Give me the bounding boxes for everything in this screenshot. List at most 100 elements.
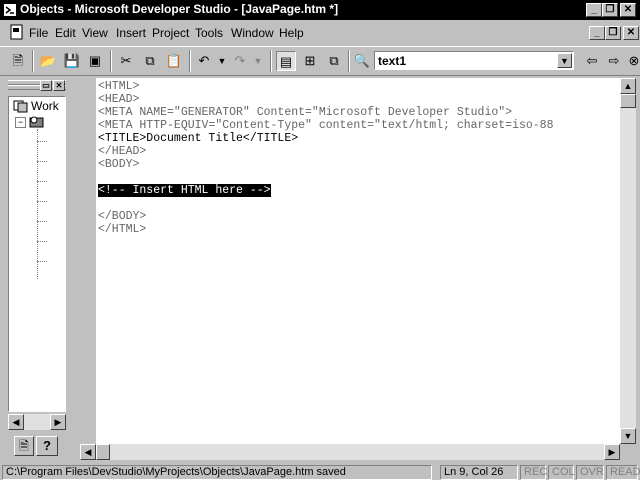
tree-branch (37, 181, 47, 182)
tree-branch (37, 241, 47, 242)
code-text: <HEAD> (98, 93, 140, 106)
find-combo-value[interactable]: text1 (378, 54, 406, 68)
workspace-tree[interactable]: Work − (8, 96, 66, 412)
code-line-3[interactable]: <META NAME="GENERATOR" Content="Microsof… (98, 106, 512, 119)
save-all-icon[interactable]: ▣ (85, 51, 105, 71)
code-line-1[interactable]: <HTML> (98, 80, 139, 93)
menu-window[interactable]: Window (231, 26, 274, 40)
title-bar[interactable]: Objects - Microsoft Developer Studio - [… (0, 0, 640, 20)
status-cursor-position: Ln 9, Col 26 (440, 465, 518, 480)
code-text: <BODY> (98, 158, 140, 171)
close-button[interactable]: ✕ (620, 3, 636, 17)
menu-edit[interactable]: Edit (55, 26, 76, 40)
toolbar-separator (189, 50, 191, 72)
copy-icon[interactable]: ⧉ (140, 51, 160, 71)
code-text: <TITLE>Document Title</TITLE> (98, 132, 299, 145)
code-line-4[interactable]: <META HTTP-EQUIV="Content-Type" content=… (98, 119, 553, 132)
toolbar-separator (348, 50, 350, 72)
scroll-left-icon[interactable]: ◀ (80, 444, 96, 460)
find-in-files-icon[interactable]: 🔍 (352, 51, 372, 71)
stop-icon[interactable]: ⊗ (624, 51, 640, 71)
redo-icon[interactable]: ↷ (230, 51, 250, 71)
status-read-indicator: READ (606, 465, 640, 480)
workspace-icon (13, 100, 28, 113)
menu-bar: File Edit View Insert Project Tools Wind… (0, 20, 640, 46)
new-text-file-icon[interactable]: 🗎 (8, 51, 28, 71)
menu-insert[interactable]: Insert (116, 26, 146, 40)
tree-branch (37, 161, 47, 162)
code-text: <META NAME="GENERATOR" Content="Microsof… (98, 106, 513, 119)
paste-icon[interactable]: 📋 (164, 51, 184, 71)
code-line-5[interactable]: <TITLE>Document Title</TITLE> (98, 132, 298, 145)
menu-view[interactable]: View (82, 26, 108, 40)
code-text: </HTML> (98, 223, 147, 236)
open-folder-icon[interactable]: 📂 (38, 51, 58, 71)
code-line-2[interactable]: <HEAD> (98, 93, 139, 106)
toolbar-separator (270, 50, 272, 72)
status-col-indicator: COL (548, 465, 575, 480)
scroll-down-icon[interactable]: ▼ (620, 428, 636, 444)
scroll-up-icon[interactable]: ▲ (620, 78, 636, 94)
doc-minimize-button[interactable]: _ (589, 26, 605, 40)
status-bar: C:\Program Files\DevStudio\MyProjects\Ob… (0, 462, 640, 480)
status-ovr-indicator: OVR (576, 465, 604, 480)
undo-icon[interactable]: ↶ (194, 51, 214, 71)
horizontal-scroll-thumb[interactable] (96, 444, 110, 460)
tree-collapse-icon[interactable]: − (15, 117, 26, 128)
tree-branch (37, 221, 47, 222)
doc-close-button[interactable]: ✕ (623, 26, 639, 40)
code-line-11[interactable]: </BODY> (98, 210, 146, 223)
tab-infoview-icon[interactable]: ? (36, 436, 58, 456)
workspace-panel: ▭ ✕ Work − ◀ ▶ 🗎 ? (4, 78, 68, 460)
menu-project[interactable]: Project (152, 26, 189, 40)
editor-vertical-scrollbar[interactable]: ▲ ▼ (620, 78, 636, 444)
selected-code-text: <!-- Insert HTML here --> (98, 184, 271, 197)
menu-help[interactable]: Help (279, 26, 304, 40)
code-line-7[interactable]: <BODY> (98, 158, 139, 171)
tab-fileview-icon[interactable]: 🗎 (14, 436, 34, 456)
workspace-window-icon[interactable]: ▤ (276, 51, 296, 71)
tree-branch (37, 261, 47, 262)
code-editor[interactable]: <HTML> <HEAD> <META NAME="GENERATOR" Con… (96, 78, 620, 444)
window-list-icon[interactable]: ⧉ (324, 51, 344, 71)
doc-restore-button[interactable]: ❐ (605, 26, 621, 40)
redo-dropdown-icon[interactable]: ▼ (248, 51, 268, 71)
forward-arrow-icon[interactable]: ⇨ (604, 51, 624, 71)
editor-window: <HTML> <HEAD> <META NAME="GENERATOR" Con… (76, 78, 638, 460)
tree-horizontal-scrollbar[interactable]: ◀ ▶ (8, 414, 66, 430)
toolbar-separator (110, 50, 112, 72)
menu-file[interactable]: File (29, 26, 48, 40)
panel-close-button[interactable]: ✕ (53, 80, 65, 91)
undo-dropdown-icon[interactable]: ▼ (212, 51, 232, 71)
tree-branch (37, 201, 47, 202)
code-line-12[interactable]: </HTML> (98, 223, 146, 236)
code-text: <META HTTP-EQUIV="Content-Type" content=… (98, 119, 554, 132)
scroll-left-icon[interactable]: ◀ (8, 414, 24, 430)
menu-tools[interactable]: Tools (195, 26, 223, 40)
find-combo-dropdown-icon[interactable]: ▼ (557, 53, 572, 68)
toolbar-separator (32, 50, 34, 72)
window-title: Objects - Microsoft Developer Studio - [… (20, 2, 339, 16)
workspace-root-label[interactable]: Work (31, 99, 59, 113)
panel-restore-button[interactable]: ▭ (40, 80, 52, 91)
save-icon[interactable]: 💾 (62, 51, 82, 71)
find-combo-box[interactable]: text1 ▼ (374, 51, 574, 70)
minimize-button[interactable]: _ (586, 3, 602, 17)
output-window-icon[interactable]: ⊞ (300, 51, 320, 71)
document-icon[interactable] (10, 24, 24, 40)
project-folder-icon (29, 116, 44, 128)
scroll-right-icon[interactable]: ▶ (604, 444, 620, 460)
code-line-6[interactable]: </HEAD> (98, 145, 146, 158)
cut-icon[interactable]: ✂ (116, 51, 136, 71)
restore-button[interactable]: ❐ (602, 3, 618, 17)
back-arrow-icon[interactable]: ⇦ (582, 51, 602, 71)
developer-studio-app-icon[interactable] (3, 3, 17, 17)
scroll-right-icon[interactable]: ▶ (50, 414, 66, 430)
status-rec-indicator: REC (520, 465, 547, 480)
tree-guide-line (37, 129, 39, 279)
tree-branch (37, 141, 47, 142)
editor-horizontal-scrollbar[interactable]: ◀ ▶ (80, 444, 620, 460)
code-text: <HTML> (98, 80, 140, 93)
vertical-scroll-thumb[interactable] (620, 94, 636, 108)
code-line-9-selected[interactable]: <!-- Insert HTML here --> (98, 184, 271, 197)
